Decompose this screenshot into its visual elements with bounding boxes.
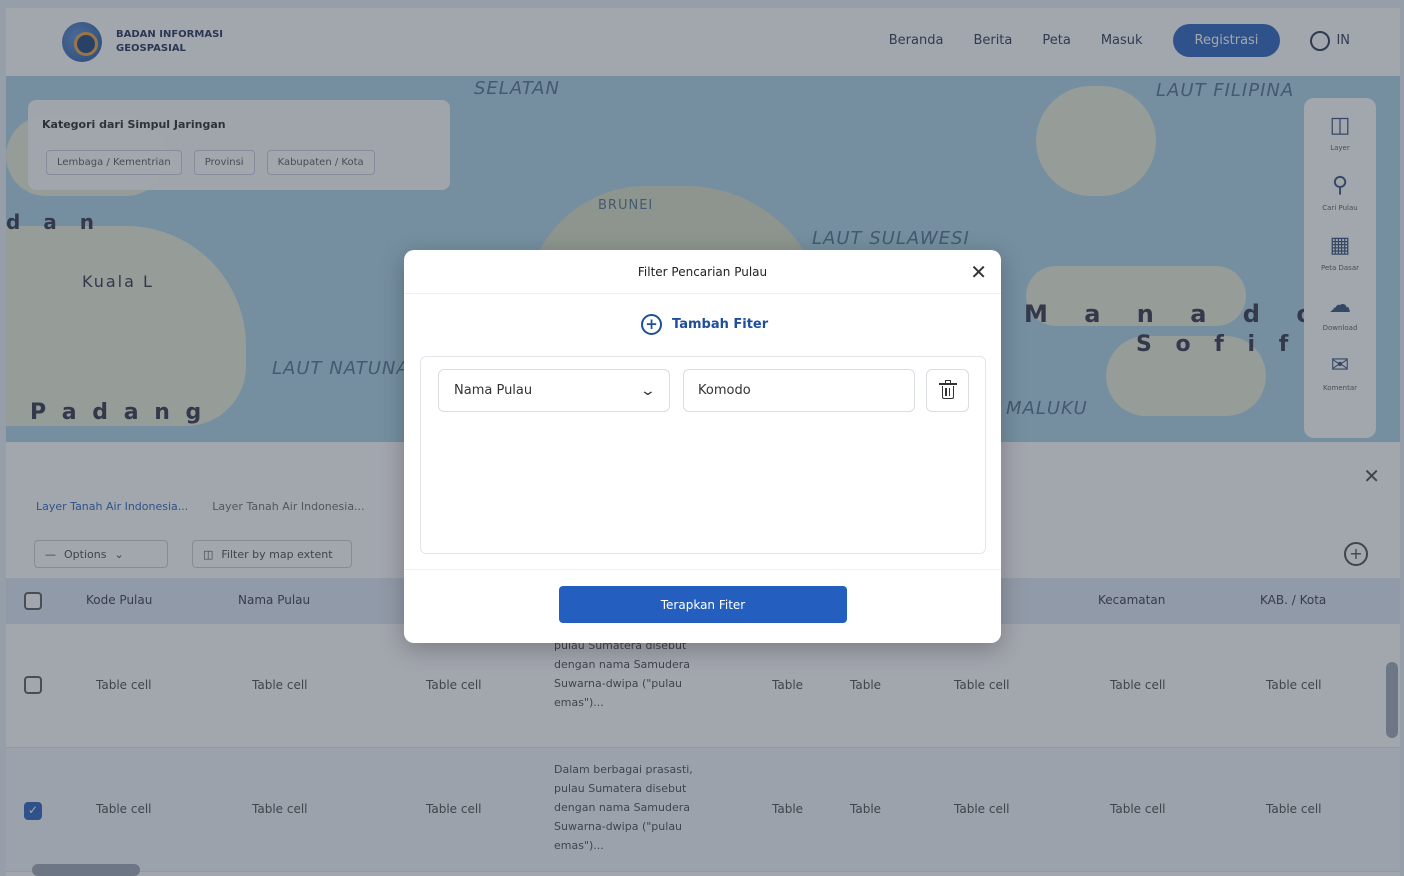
filter-field-value: Nama Pulau — [454, 383, 533, 398]
delete-filter-button[interactable] — [926, 369, 969, 412]
modal-header: Filter Pencarian Pulau ✕ — [404, 250, 1001, 294]
add-filter-label: Tambah Fiter — [672, 317, 769, 332]
divider — [404, 569, 1001, 570]
filter-value-input[interactable] — [683, 369, 915, 412]
modal-title: Filter Pencarian Pulau — [637, 265, 768, 279]
trash-icon — [938, 379, 957, 399]
close-icon[interactable]: ✕ — [970, 260, 987, 284]
filter-modal: Filter Pencarian Pulau ✕ + Tambah Fiter … — [404, 250, 1001, 643]
plus-circle-icon: + — [641, 314, 662, 335]
filter-list: Nama Pulau ⌄ — [420, 356, 986, 554]
chevron-down-icon: ⌄ — [639, 382, 657, 399]
filter-field-select[interactable]: Nama Pulau ⌄ — [438, 369, 670, 412]
add-filter-button[interactable]: + Tambah Fiter — [641, 314, 768, 335]
apply-filter-button[interactable]: Terapkan Fiter — [559, 586, 847, 623]
